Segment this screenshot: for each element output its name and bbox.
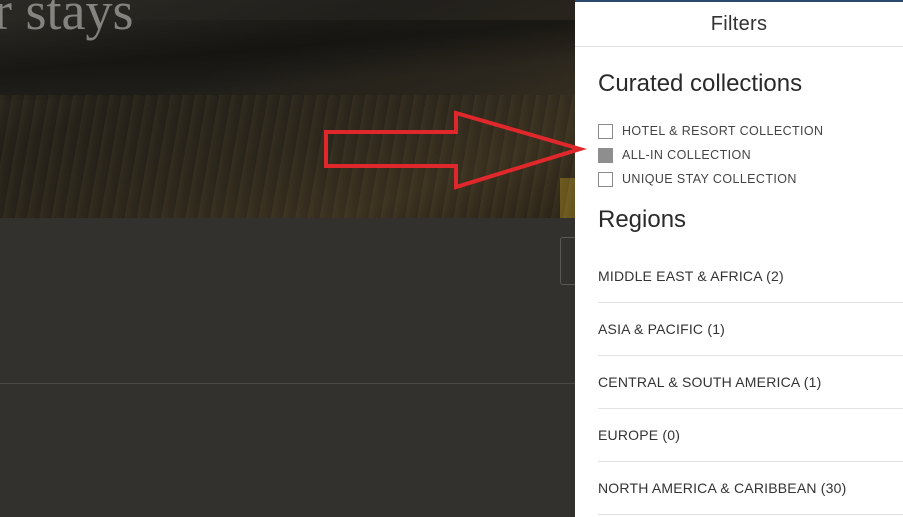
collection-label: ALL-IN COLLECTION [622, 148, 752, 162]
collections-list: HOTEL & RESORT COLLECTION ALL-IN COLLECT… [598, 119, 823, 191]
collection-unique-stay[interactable]: UNIQUE STAY COLLECTION [598, 167, 823, 191]
collection-checkbox-checked[interactable] [598, 147, 613, 163]
regions-title: Regions [598, 206, 687, 233]
region-asia-pacific[interactable]: ASIA & PACIFIC (1) [598, 303, 903, 356]
collection-label: HOTEL & RESORT COLLECTION [622, 124, 824, 138]
right-arrow-icon [324, 110, 587, 190]
filters-panel: Filters Curated collections HOTEL & RESO… [575, 0, 903, 517]
collection-checkbox[interactable] [598, 171, 613, 187]
page-divider [0, 383, 575, 384]
collection-hotel-resort[interactable]: HOTEL & RESORT COLLECTION [598, 119, 823, 143]
region-middle-east-africa[interactable]: MIDDLE EAST & AFRICA (2) [598, 250, 903, 303]
hero-title: r stays [0, 0, 134, 41]
collection-label: UNIQUE STAY COLLECTION [622, 172, 797, 186]
curated-collections-title: Curated collections [598, 70, 803, 97]
region-central-south-america[interactable]: CENTRAL & SOUTH AMERICA (1) [598, 356, 903, 409]
page-content-dimmed [0, 218, 575, 517]
region-north-america-caribbean[interactable]: NORTH AMERICA & CARIBBEAN (30) [598, 462, 903, 515]
collection-all-in[interactable]: ALL-IN COLLECTION [598, 143, 823, 167]
collection-checkbox[interactable] [598, 123, 613, 139]
filters-header: Filters [575, 2, 903, 47]
region-europe[interactable]: EUROPE (0) [598, 409, 903, 462]
page-control-partial [560, 237, 575, 285]
regions-list: MIDDLE EAST & AFRICA (2) ASIA & PACIFIC … [598, 250, 903, 515]
